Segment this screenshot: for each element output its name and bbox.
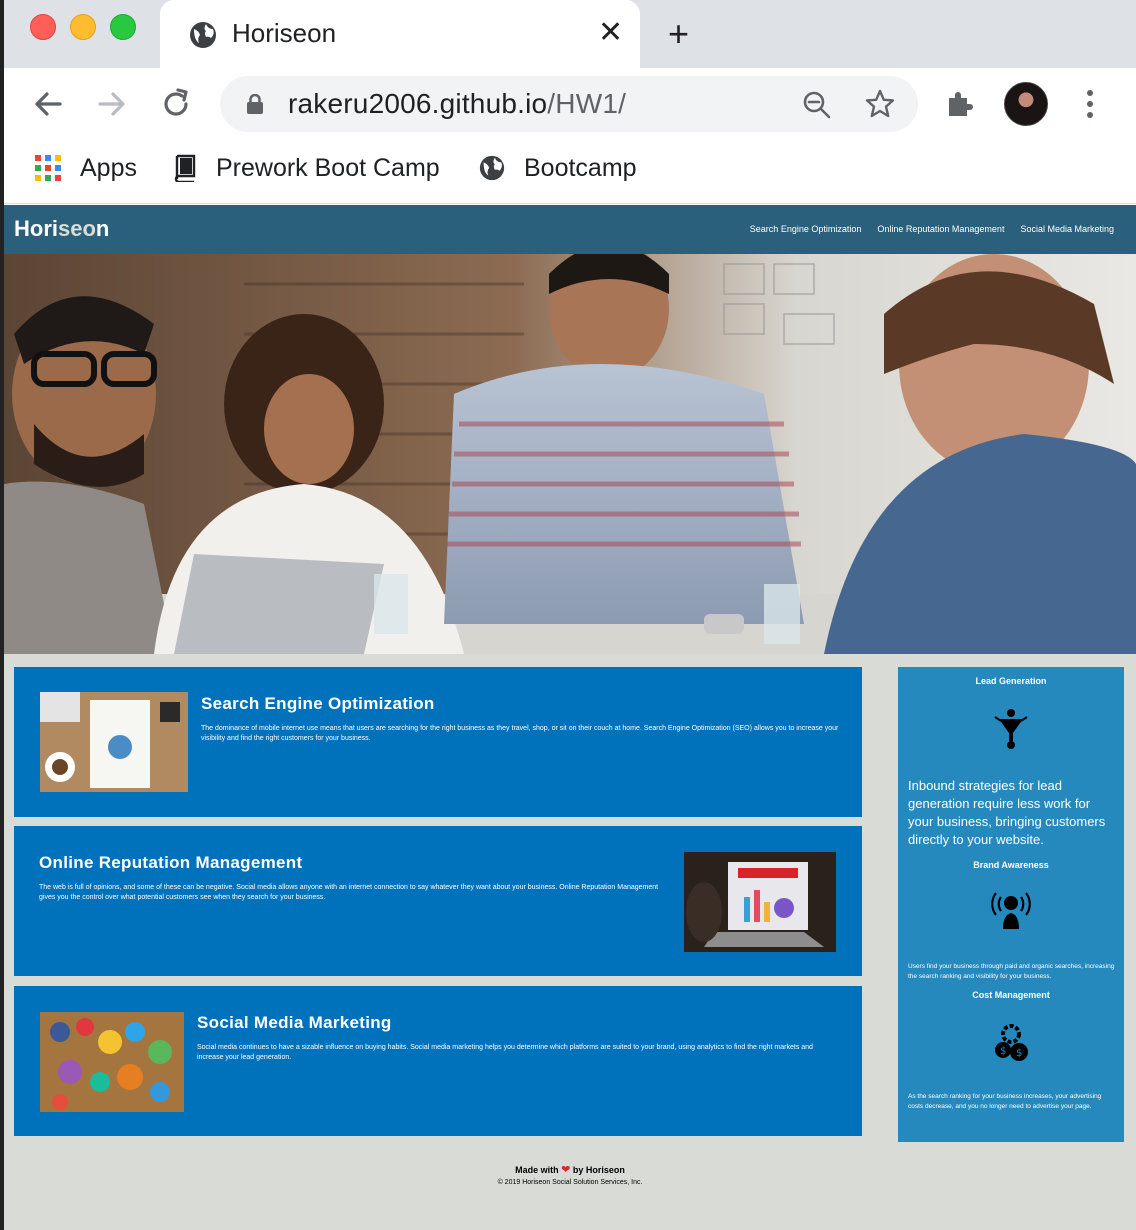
web-page: Horiseon Search Engine Optimization Onli… <box>4 205 1136 1230</box>
minimize-window-button[interactable] <box>70 14 96 40</box>
nav-link-orm[interactable]: Online Reputation Management <box>877 224 1004 234</box>
smm-text: Social media continues to have a sizable… <box>197 1044 813 1061</box>
card-orm: Online Reputation Management The web is … <box>14 826 862 976</box>
new-tab-icon[interactable]: + <box>668 14 689 54</box>
maximize-window-button[interactable] <box>110 14 136 40</box>
extensions-puzzle-icon[interactable] <box>944 88 976 120</box>
close-tab-icon[interactable]: ✕ <box>598 16 623 50</box>
bookmarks-bar: Apps Prework Boot Camp Bootcamp <box>4 140 1136 204</box>
globe-icon <box>479 155 505 181</box>
smm-title: Social Media Marketing <box>197 1013 392 1032</box>
profile-avatar[interactable] <box>1004 82 1048 126</box>
logo-main: Hori <box>14 216 58 241</box>
book-icon <box>174 154 196 182</box>
orm-text: The web is full of opinions, and some of… <box>39 884 659 901</box>
bookmark-star-icon[interactable] <box>864 88 896 120</box>
url-text[interactable]: rakeru2006.github.io/HW1/ <box>288 88 626 120</box>
lead-generation-text: Inbound strategies for lead generation r… <box>908 778 1106 847</box>
cost-management-icon: $ $ <box>995 1024 1028 1061</box>
footer-copyright: © 2019 Horiseon Social Solution Services… <box>497 1179 643 1186</box>
orm-title: Online Reputation Management <box>39 853 303 872</box>
lock-icon[interactable] <box>246 94 264 114</box>
url-host: rakeru2006.github.io <box>288 88 548 119</box>
site-footer: Made with ❤ by Horiseon © 2019 Horiseon … <box>4 1163 1136 1186</box>
address-bar[interactable]: rakeru2006.github.io/HW1/ <box>220 76 918 132</box>
brand-awareness-text: Users find your business through paid an… <box>908 963 1115 980</box>
bookmark-label: Prework Boot Camp <box>216 153 440 182</box>
card-seo: Search Engine Optimization The dominance… <box>14 667 862 817</box>
logo-accent: seo <box>58 216 96 241</box>
smm-image <box>40 1012 184 1112</box>
orm-image <box>684 852 836 952</box>
tab-title: Horiseon <box>232 18 337 48</box>
svg-text:$: $ <box>1016 1048 1022 1059</box>
nav-link-smm[interactable]: Social Media Marketing <box>1020 224 1114 234</box>
site-nav: Search Engine Optimization Online Reputa… <box>750 224 1114 234</box>
brand-awareness-title: Brand Awareness <box>973 860 1049 870</box>
heart-icon: ❤ <box>561 1164 571 1176</box>
bookmark-label: Bootcamp <box>524 153 637 182</box>
lead-generation-title: Lead Generation <box>975 676 1047 686</box>
seo-image <box>40 692 188 792</box>
seo-title: Search Engine Optimization <box>201 694 435 713</box>
nav-link-seo[interactable]: Search Engine Optimization <box>750 224 862 234</box>
site-logo[interactable]: Horiseon <box>14 216 109 242</box>
zoom-out-icon[interactable] <box>802 90 832 120</box>
close-window-button[interactable] <box>30 14 56 40</box>
footer-made-prefix: Made with <box>515 1165 559 1175</box>
card-smm: Social Media Marketing Social media cont… <box>14 986 862 1136</box>
bookmark-label: Apps <box>80 153 137 182</box>
footer-made-with: Made with ❤ by Horiseon <box>4 1163 1136 1176</box>
cost-management-text: As the search ranking for your business … <box>908 1093 1102 1110</box>
back-arrow-icon[interactable] <box>28 84 68 124</box>
benefits-sidebar: Lead Generation Inbound strategies for l… <box>898 667 1124 1142</box>
tab-strip: Horiseon ✕ + <box>4 0 1136 68</box>
logo-end: n <box>95 216 110 241</box>
browser-toolbar: rakeru2006.github.io/HW1/ <box>4 68 1136 140</box>
forward-arrow-icon[interactable] <box>92 84 132 124</box>
hero-image <box>4 254 1136 654</box>
svg-text:$: $ <box>1000 1046 1006 1057</box>
seo-text: The dominance of mobile internet use mea… <box>201 725 839 742</box>
tab-horiseon[interactable]: Horiseon ✕ <box>160 0 640 68</box>
reload-icon[interactable] <box>156 84 196 124</box>
more-menu-icon[interactable] <box>1080 88 1100 120</box>
lead-funnel-icon <box>994 709 1028 749</box>
apps-grid-icon <box>35 155 61 181</box>
cost-management-title: Cost Management <box>972 990 1050 1000</box>
globe-icon <box>190 22 216 48</box>
url-path: /HW1/ <box>547 88 627 119</box>
bookmark-bootcamp[interactable]: Bootcamp <box>478 150 637 186</box>
brand-awareness-icon <box>991 892 1031 929</box>
browser-window: Horiseon ✕ + rakeru2006.github.io/HW1/ A… <box>4 0 1136 205</box>
footer-made-suffix: by Horiseon <box>572 1165 625 1175</box>
bookmark-prework-boot-camp[interactable]: Prework Boot Camp <box>172 150 440 186</box>
bookmark-apps[interactable]: Apps <box>34 150 137 186</box>
site-header: Horiseon Search Engine Optimization Onli… <box>4 205 1136 254</box>
